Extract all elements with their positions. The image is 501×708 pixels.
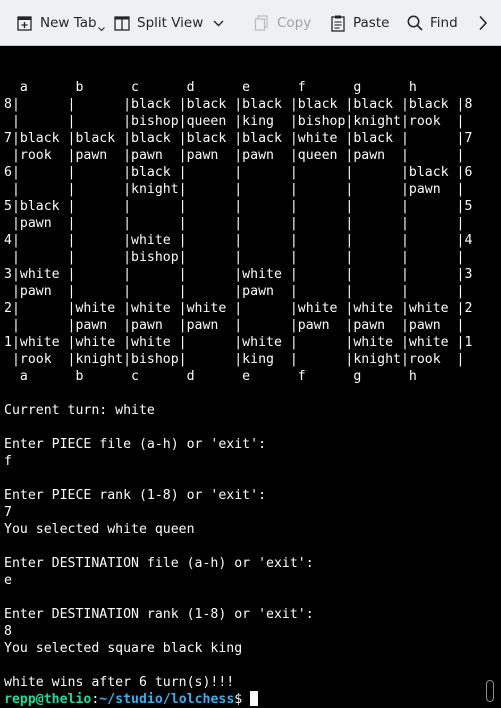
chevron-down-icon [97,26,105,32]
terminal-line: Enter PIECE rank (1-8) or 'exit': [4,488,267,503]
terminal-line: a b c d e f g h [4,80,417,95]
terminal-line: Enter DESTINATION rank (1-8) or 'exit': [4,607,314,622]
terminal-line: 7 [4,505,12,520]
copy-button[interactable]: Copy [253,10,311,36]
chevron-down-icon [213,20,224,27]
prompt-symbol: $ [234,692,243,707]
terminal-line: 8 [4,624,12,639]
terminal-output[interactable]: a b c d e f g h 8| | |black |black |black… [0,46,501,708]
paste-button[interactable]: Paste [329,10,389,36]
paste-label: Paste [353,15,390,31]
new-tab-label: New Tab [40,15,97,31]
toolbar: New Tab Split View Copy Paste Find [0,0,501,46]
find-button[interactable]: Find [406,10,458,36]
terminal-line: You selected square black king [4,641,243,656]
terminal-line: Enter PIECE file (a-h) or 'exit': [4,437,267,452]
copy-label: Copy [277,15,312,31]
terminal-line: 1|white |white |white | |white | |white … [4,335,473,350]
terminal-line: 3|white | | | |white | | | |3 [4,267,473,282]
prompt-path: ~/studio/lolchess [99,692,235,707]
paste-icon [329,14,347,32]
terminal-line: |rook |knight|bishop| |king | |knight|ro… [4,352,465,367]
split-view-button[interactable]: Split View [113,10,224,36]
terminal-line: white wins after 6 turn(s)!!! [4,675,235,690]
terminal-line: You selected white queen [4,522,195,537]
shell-prompt: repp@thelio:~/studio/lolchess$ [4,691,259,708]
terminal-line: Current turn: white [4,403,155,418]
terminal-line: 2| |white |white |white | |white |white … [4,301,473,316]
search-icon [406,14,424,32]
find-label: Find [430,15,458,31]
terminal-line: | | |knight| | | | |pawn | [4,182,465,197]
terminal-line: Enter DESTINATION file (a-h) or 'exit': [4,556,314,571]
terminal-line: |pawn | | | |pawn | | | | [4,284,465,299]
terminal-line: e [4,573,12,588]
terminal-line: f [4,454,12,469]
chevron-right-icon [478,15,488,31]
prompt-user-host: repp@thelio [4,692,92,707]
terminal-line: 5|black | | | | | | | |5 [4,199,473,214]
terminal-line: 7|black |black |black |black |black |whi… [4,131,473,146]
split-view-label: Split View [137,15,204,31]
split-view-icon [113,14,131,32]
terminal-line: | | |bishop| | | | | | [4,250,465,265]
copy-icon [253,14,271,32]
scrollbar-handle[interactable] [486,680,494,702]
terminal-line: |pawn | | | | | | | | [4,216,465,231]
terminal-line: a b c d e f g h [4,369,417,384]
terminal-line: 6| | |black | | | | |black |6 [4,165,473,180]
more-actions-button[interactable] [478,10,488,36]
terminal-line: | | |bishop|queen |king |bishop|knight|r… [4,114,465,129]
new-tab-button[interactable]: New Tab [16,10,105,36]
terminal-line: 8| | |black |black |black |black |black … [4,97,473,112]
terminal-line: |rook |pawn |pawn |pawn |pawn |queen |pa… [4,148,465,163]
new-tab-icon [16,14,34,32]
text-cursor [250,691,259,706]
terminal-line: | |pawn |pawn |pawn | |pawn |pawn |pawn … [4,318,465,333]
terminal-line: 4| | |white | | | | | |4 [4,233,473,248]
